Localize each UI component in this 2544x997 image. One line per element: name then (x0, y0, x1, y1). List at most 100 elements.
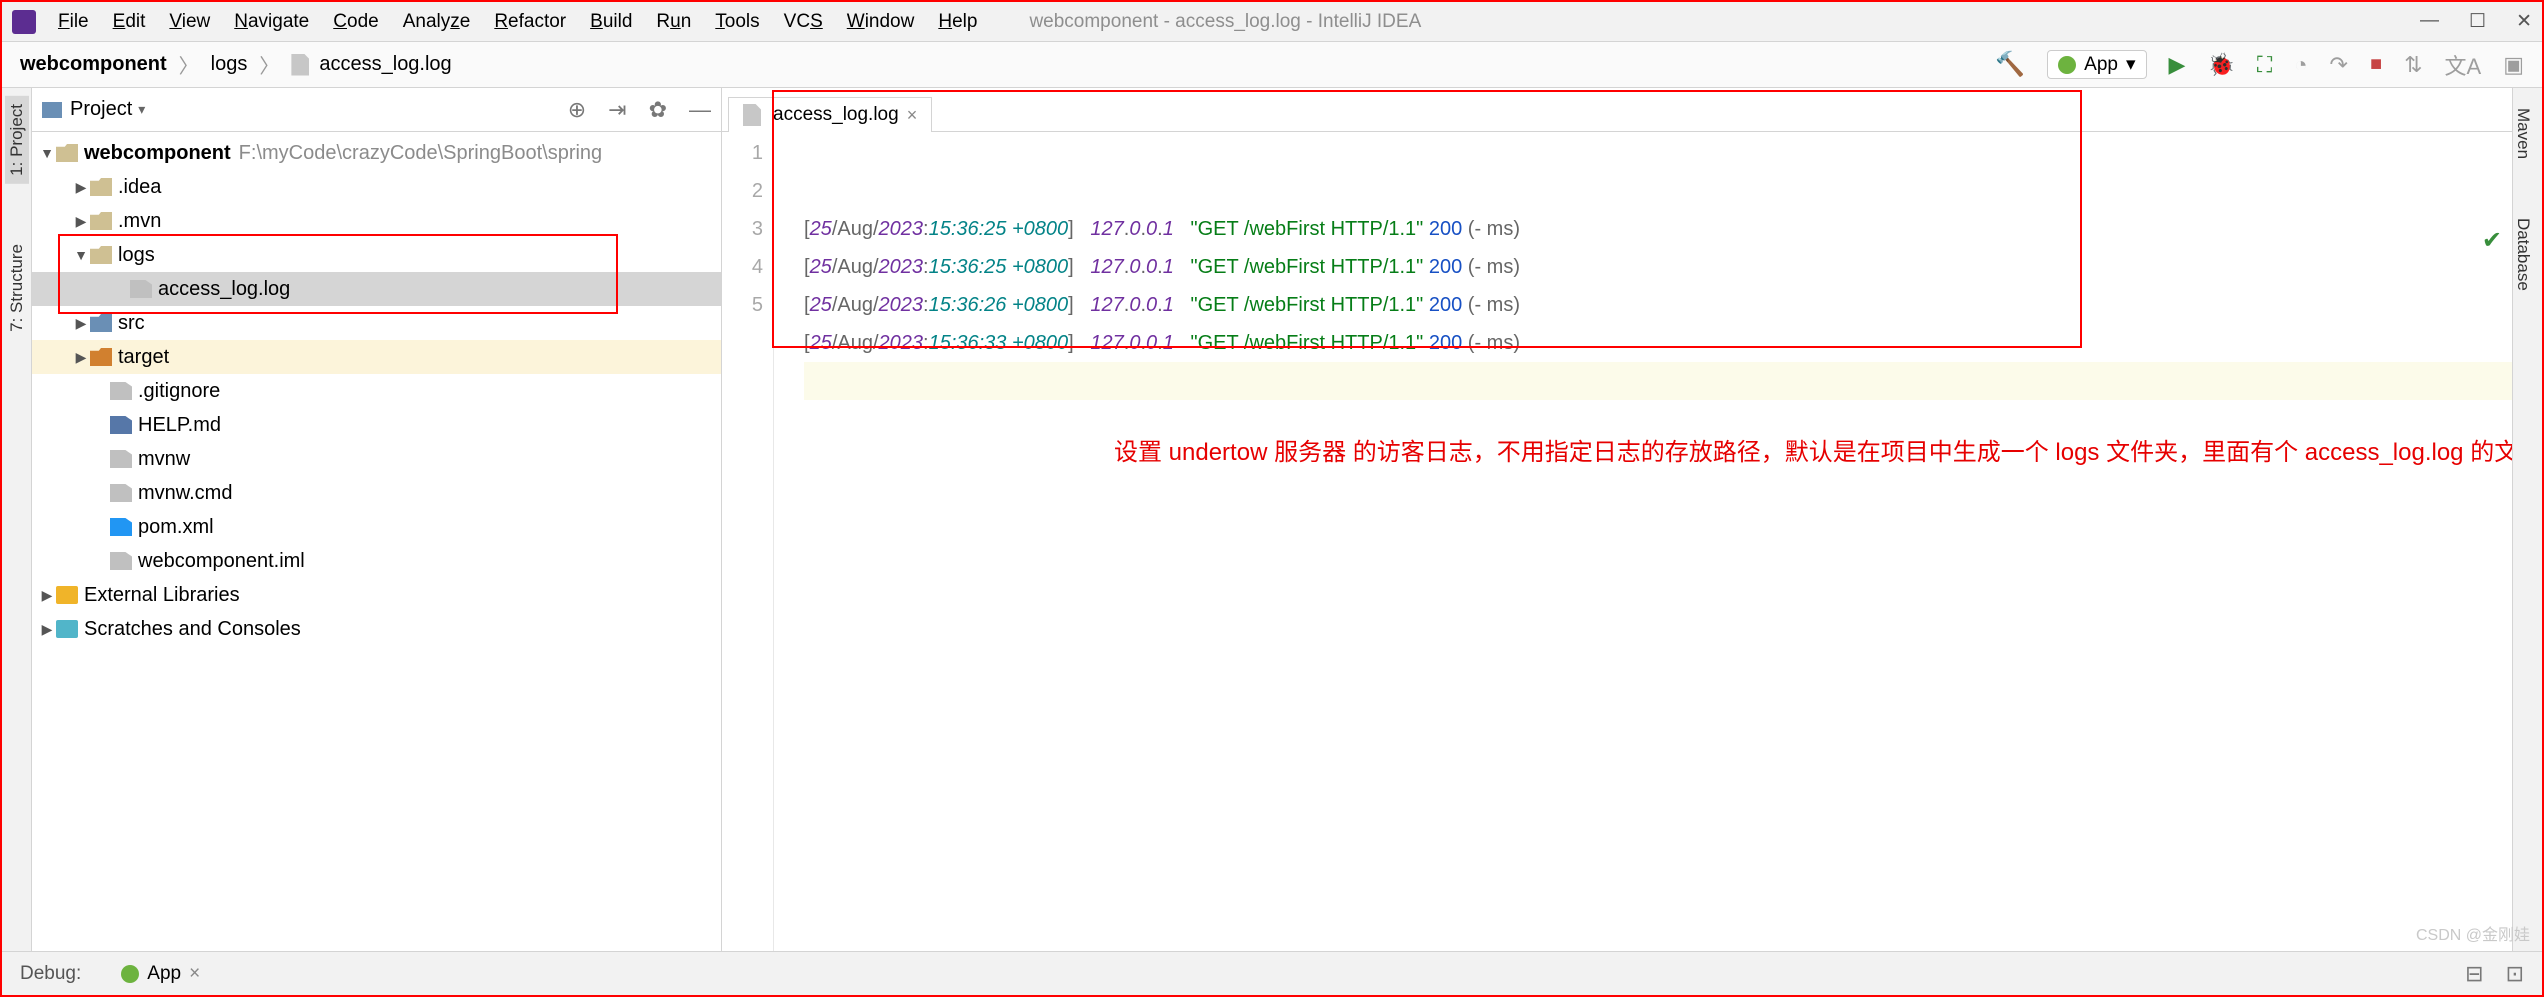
tab-structure[interactable]: 7: Structure (7, 244, 27, 332)
file-icon (110, 484, 132, 502)
tree-folder-idea[interactable]: ▶.idea (32, 170, 721, 204)
close-icon[interactable]: × (189, 963, 200, 985)
spring-icon (2058, 56, 2076, 74)
menu-analyze[interactable]: Analyze (391, 11, 483, 33)
library-icon (56, 586, 78, 604)
coverage-icon[interactable]: ⛶ (2257, 52, 2272, 78)
file-icon (291, 54, 309, 76)
close-icon[interactable]: ✕ (2516, 10, 2532, 33)
window-title: webcomponent - access_log.log - IntelliJ… (1029, 11, 2420, 33)
tree-file-iml[interactable]: ▶webcomponent.iml (32, 544, 721, 578)
menubar: File Edit View Navigate Code Analyze Ref… (2, 2, 2542, 42)
file-icon (110, 382, 132, 400)
tree-folder-src[interactable]: ▶src (32, 306, 721, 340)
chevron-down-icon: ▾ (2126, 53, 2136, 76)
status-debug-label[interactable]: Debug: (20, 963, 81, 985)
folder-icon (90, 246, 112, 264)
menu-build[interactable]: Build (578, 11, 644, 33)
gutter: 12345 (722, 132, 774, 951)
annotation-text: 设置 undertow 服务器 的访客日志，不用指定日志的存放路径，默认是在项目… (1114, 434, 2542, 472)
left-tool-tabs: 1: Project 7: Structure (2, 88, 32, 951)
tab-database[interactable]: Database (2513, 218, 2533, 291)
tree-folder-logs[interactable]: ▼logs (32, 238, 721, 272)
close-tab-icon[interactable]: × (907, 105, 918, 126)
build-icon[interactable]: 🔨 (1995, 50, 2025, 79)
tree-folder-mvn[interactable]: ▶.mvn (32, 204, 721, 238)
update-icon[interactable]: ⇅ (2404, 52, 2422, 78)
profiler-icon[interactable]: ◔ (2294, 52, 2307, 78)
tree-folder-target[interactable]: ▶target (32, 340, 721, 374)
minimize-icon[interactable]: — (2420, 10, 2439, 33)
menu-file[interactable]: File (46, 11, 101, 33)
statusbar: Debug: App × ⊟ ⊡ (2, 951, 2542, 995)
maximize-icon[interactable]: ☐ (2469, 10, 2486, 33)
chevron-right-icon: 〉 (259, 50, 279, 79)
tree-external-libs[interactable]: ▶External Libraries (32, 578, 721, 612)
watermark: CSDN @金刚娃 (2416, 921, 2530, 945)
markdown-icon (110, 416, 132, 434)
tree-file-help[interactable]: ▶HELP.md (32, 408, 721, 442)
menu-refactor[interactable]: Refactor (482, 11, 578, 33)
folder-icon (90, 348, 112, 366)
crumb-file[interactable]: access_log.log (319, 53, 451, 76)
translate-icon[interactable]: 文A (2445, 49, 2482, 81)
stop-icon[interactable]: ■ (2370, 53, 2382, 76)
folder-icon (90, 314, 112, 332)
breadcrumb: webcomponent 〉 logs 〉 access_log.log (20, 50, 452, 79)
expand-icon[interactable]: ⇥ (608, 97, 626, 123)
menu-window[interactable]: Window (835, 11, 927, 33)
app-icon (12, 10, 36, 34)
menu-tools[interactable]: Tools (703, 11, 771, 33)
menu-navigate[interactable]: Navigate (222, 11, 321, 33)
tree-file-mvnwcmd[interactable]: ▶mvnw.cmd (32, 476, 721, 510)
project-tree[interactable]: ▼ webcomponent F:\myCode\crazyCode\Sprin… (32, 132, 721, 951)
collapse-icon[interactable]: — (689, 97, 711, 123)
project-view-icon (42, 102, 62, 118)
menu-edit[interactable]: Edit (101, 11, 158, 33)
code[interactable]: [25/Aug/2023:15:36:25 +0800] 127.0.0.1 "… (774, 132, 2512, 951)
menu-vcs[interactable]: VCS (772, 11, 835, 33)
chevron-down-icon[interactable]: ▾ (138, 101, 145, 118)
target-icon[interactable]: ⊕ (568, 97, 586, 123)
events-icon[interactable]: ⊟ (2465, 961, 2483, 987)
status-app-chip[interactable]: App × (111, 961, 210, 987)
run-icon[interactable]: ▶ (2169, 52, 2186, 78)
folder-icon (90, 212, 112, 230)
run-config-name: App (2084, 54, 2118, 76)
crumb-root[interactable]: webcomponent (20, 53, 167, 76)
menu-run[interactable]: Run (644, 11, 703, 33)
search-everywhere-icon[interactable]: ▣ (2503, 52, 2524, 78)
file-icon (110, 450, 132, 468)
right-tool-tabs: Maven Database (2512, 88, 2542, 951)
folder-icon (90, 178, 112, 196)
editor[interactable]: 12345 [25/Aug/2023:15:36:25 +0800] 127.0… (722, 132, 2512, 951)
menu-code[interactable]: Code (321, 11, 390, 33)
memory-icon[interactable]: ⊡ (2506, 961, 2524, 987)
tree-file-pom[interactable]: ▶pom.xml (32, 510, 721, 544)
editor-tab-accesslog[interactable]: access_log.log × (728, 97, 932, 132)
file-icon (110, 552, 132, 570)
tree-file-mvnw[interactable]: ▶mvnw (32, 442, 721, 476)
menu-view[interactable]: View (157, 11, 222, 33)
file-icon (130, 280, 152, 298)
menu-help[interactable]: Help (926, 11, 989, 33)
editor-tabs: access_log.log × (722, 88, 2512, 132)
attach-icon[interactable]: ↷ (2330, 52, 2348, 78)
tab-maven[interactable]: Maven (2513, 108, 2533, 159)
chevron-right-icon: 〉 (179, 50, 199, 79)
tree-root[interactable]: ▼ webcomponent F:\myCode\crazyCode\Sprin… (32, 136, 721, 170)
run-config-selector[interactable]: App ▾ (2047, 50, 2146, 79)
module-icon (56, 144, 78, 162)
tree-file-gitignore[interactable]: ▶.gitignore (32, 374, 721, 408)
tab-project[interactable]: 1: Project (5, 96, 29, 184)
debug-icon[interactable]: 🐞 (2207, 52, 2234, 78)
crumb-folder[interactable]: logs (211, 53, 248, 76)
tree-file-accesslog[interactable]: ▶access_log.log (32, 272, 721, 306)
settings-icon[interactable]: ✿ (649, 97, 667, 123)
project-panel-title[interactable]: Project (70, 98, 132, 121)
check-icon: ✔ (2482, 222, 2502, 260)
project-panel: Project ▾ ⊕ ⇥ ✿ — ▼ webcomponent F:\myCo… (32, 88, 722, 951)
scratch-icon (56, 620, 78, 638)
spring-icon (121, 965, 139, 983)
tree-scratches[interactable]: ▶Scratches and Consoles (32, 612, 721, 646)
